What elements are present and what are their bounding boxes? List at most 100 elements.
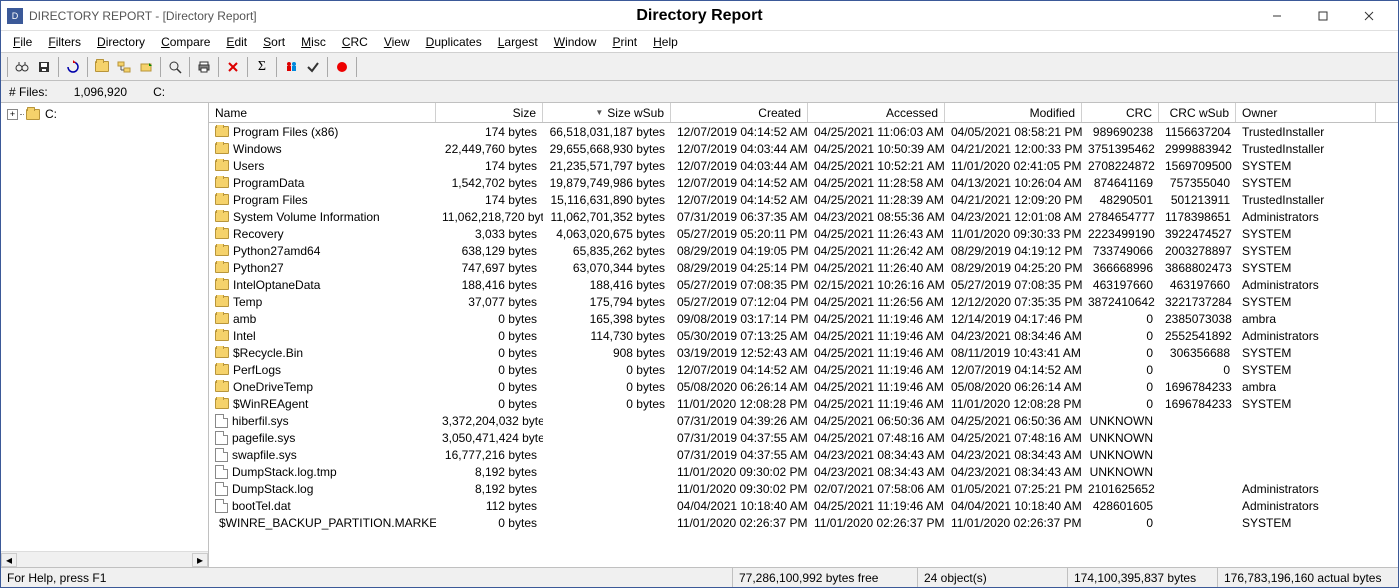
column-header-size[interactable]: Size — [436, 103, 543, 122]
refresh-icon[interactable] — [63, 57, 83, 77]
column-header-size-wsub[interactable]: ▼Size wSub — [543, 103, 671, 122]
cell-crc: UNKNOWN — [1082, 465, 1159, 479]
cell-name: amb — [209, 312, 436, 326]
tree-root-node[interactable]: + C: — [7, 107, 202, 121]
menu-largest[interactable]: Largest — [490, 33, 546, 51]
toolbar: Σ — [1, 53, 1398, 81]
table-row[interactable]: amb0 bytes165,398 bytes09/08/2019 03:17:… — [209, 310, 1398, 327]
column-header-accessed[interactable]: Accessed — [808, 103, 945, 122]
cell-size: 3,372,204,032 bytes — [436, 414, 543, 428]
table-row[interactable]: Recovery3,033 bytes4,063,020,675 bytes05… — [209, 225, 1398, 242]
menu-crc[interactable]: CRC — [334, 33, 376, 51]
table-row[interactable]: OneDriveTemp0 bytes0 bytes05/08/2020 06:… — [209, 378, 1398, 395]
minimize-button[interactable] — [1254, 2, 1300, 30]
column-header-created[interactable]: Created — [671, 103, 808, 122]
folder-browse-icon[interactable] — [136, 57, 156, 77]
cell-sizesub: 0 bytes — [543, 397, 671, 411]
menu-compare[interactable]: Compare — [153, 33, 218, 51]
table-row[interactable]: Users174 bytes21,235,571,797 bytes12/07/… — [209, 157, 1398, 174]
menu-print[interactable]: Print — [604, 33, 645, 51]
list-body[interactable]: Program Files (x86)174 bytes66,518,031,1… — [209, 123, 1398, 567]
cell-sizesub: 21,235,571,797 bytes — [543, 159, 671, 173]
column-header-crc[interactable]: CRC — [1082, 103, 1159, 122]
menu-file[interactable]: File — [5, 33, 40, 51]
column-header-modified[interactable]: Modified — [945, 103, 1082, 122]
table-row[interactable]: DumpStack.log8,192 bytes11/01/2020 09:30… — [209, 480, 1398, 497]
cell-crc: 0 — [1082, 380, 1159, 394]
scroll-right-icon[interactable]: ▸ — [192, 553, 208, 567]
table-row[interactable]: $WinREAgent0 bytes0 bytes11/01/2020 12:0… — [209, 395, 1398, 412]
table-row[interactable]: bootTel.dat112 bytes04/04/2021 10:18:40 … — [209, 497, 1398, 514]
folder-tree-icon[interactable] — [114, 57, 134, 77]
cell-crc: 366668996 — [1082, 261, 1159, 275]
folder-icon — [215, 177, 229, 188]
duplicates-icon[interactable] — [281, 57, 301, 77]
search-icon[interactable] — [165, 57, 185, 77]
table-row[interactable]: swapfile.sys16,777,216 bytes07/31/2019 0… — [209, 446, 1398, 463]
cell-modified: 11/01/2020 12:08:28 PM — [945, 397, 1082, 411]
table-row[interactable]: PerfLogs0 bytes0 bytes12/07/2019 04:14:5… — [209, 361, 1398, 378]
workspace: + C: ◂ ▸ NameSize▼Size wSubCreatedAccess… — [1, 103, 1398, 567]
menu-filters[interactable]: Filters — [40, 33, 89, 51]
cell-size: 174 bytes — [436, 159, 543, 173]
table-row[interactable]: Program Files174 bytes15,116,631,890 byt… — [209, 191, 1398, 208]
column-header-name[interactable]: Name — [209, 103, 436, 122]
row-name-text: IntelOptaneData — [233, 278, 320, 292]
cell-crc: 48290501 — [1082, 193, 1159, 207]
folder-icon — [215, 279, 229, 290]
cell-crc: 463197660 — [1082, 278, 1159, 292]
table-row[interactable]: Program Files (x86)174 bytes66,518,031,1… — [209, 123, 1398, 140]
scroll-left-icon[interactable]: ◂ — [1, 553, 17, 567]
save-icon[interactable] — [34, 57, 54, 77]
tree-horizontal-scrollbar[interactable]: ◂ ▸ — [1, 551, 208, 567]
cell-modified: 04/23/2021 08:34:46 AM — [945, 329, 1082, 343]
menu-misc[interactable]: Misc — [293, 33, 334, 51]
menu-directory[interactable]: Directory — [89, 33, 153, 51]
folder-icon — [215, 126, 229, 137]
table-row[interactable]: Intel0 bytes114,730 bytes05/30/2019 07:1… — [209, 327, 1398, 344]
menu-window[interactable]: Window — [546, 33, 605, 51]
cell-accessed: 04/25/2021 07:48:16 AM — [808, 431, 945, 445]
binoculars-icon[interactable] — [12, 57, 32, 77]
print-icon[interactable] — [194, 57, 214, 77]
menu-edit[interactable]: Edit — [218, 33, 255, 51]
cell-modified: 04/25/2021 07:48:16 AM — [945, 431, 1082, 445]
cell-sizesub: 0 bytes — [543, 380, 671, 394]
menu-view[interactable]: View — [376, 33, 418, 51]
table-row[interactable]: ProgramData1,542,702 bytes19,879,749,986… — [209, 174, 1398, 191]
expand-icon[interactable]: + — [7, 109, 18, 120]
cell-crcsub: 306356688 — [1159, 346, 1236, 360]
cell-modified: 04/21/2021 12:09:20 PM — [945, 193, 1082, 207]
cell-accessed: 04/25/2021 11:26:40 AM — [808, 261, 945, 275]
sigma-icon[interactable]: Σ — [252, 57, 272, 77]
folder-open-icon[interactable] — [92, 57, 112, 77]
table-row[interactable]: DumpStack.log.tmp8,192 bytes11/01/2020 0… — [209, 463, 1398, 480]
cell-size: 0 bytes — [436, 397, 543, 411]
table-row[interactable]: Python27747,697 bytes63,070,344 bytes08/… — [209, 259, 1398, 276]
tree-pane[interactable]: + C: ◂ ▸ — [1, 103, 209, 567]
cell-crcsub: 757355040 — [1159, 176, 1236, 190]
column-header-owner[interactable]: Owner — [1236, 103, 1376, 122]
delete-icon[interactable] — [223, 57, 243, 77]
file-icon — [215, 431, 228, 445]
check-icon[interactable] — [303, 57, 323, 77]
menu-help[interactable]: Help — [645, 33, 686, 51]
menu-sort[interactable]: Sort — [255, 33, 293, 51]
close-button[interactable] — [1346, 2, 1392, 30]
menu-duplicates[interactable]: Duplicates — [418, 33, 490, 51]
record-icon[interactable] — [332, 57, 352, 77]
table-row[interactable]: Python27amd64638,129 bytes65,835,262 byt… — [209, 242, 1398, 259]
cell-name: Python27 — [209, 261, 436, 275]
table-row[interactable]: Windows22,449,760 bytes29,655,668,930 by… — [209, 140, 1398, 157]
table-row[interactable]: $WINRE_BACKUP_PARTITION.MARKER0 bytes11/… — [209, 514, 1398, 531]
cell-accessed: 04/23/2021 08:55:36 AM — [808, 210, 945, 224]
table-row[interactable]: Temp37,077 bytes175,794 bytes05/27/2019 … — [209, 293, 1398, 310]
table-row[interactable]: pagefile.sys3,050,471,424 bytes07/31/201… — [209, 429, 1398, 446]
table-row[interactable]: $Recycle.Bin0 bytes908 bytes03/19/2019 1… — [209, 344, 1398, 361]
column-header-crc-wsub[interactable]: CRC wSub — [1159, 103, 1236, 122]
table-row[interactable]: IntelOptaneData188,416 bytes188,416 byte… — [209, 276, 1398, 293]
table-row[interactable]: hiberfil.sys3,372,204,032 bytes07/31/201… — [209, 412, 1398, 429]
maximize-button[interactable] — [1300, 2, 1346, 30]
table-row[interactable]: System Volume Information11,062,218,720 … — [209, 208, 1398, 225]
cell-owner: Administrators — [1236, 482, 1376, 496]
